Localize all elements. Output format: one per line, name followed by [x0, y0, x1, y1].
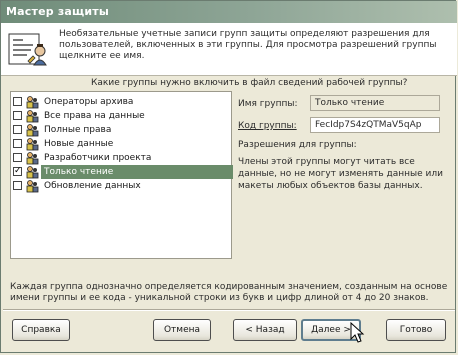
group-name-label: Имя группы: — [238, 99, 298, 109]
group-users-icon — [25, 95, 39, 109]
group-label: Полные права — [44, 125, 112, 135]
groups-listbox[interactable]: Операторы архива Все права на данные Пол… — [10, 91, 233, 259]
help-button[interactable]: Справка — [12, 319, 70, 341]
back-button[interactable]: < Назад — [233, 319, 297, 341]
group-label: Операторы архива — [44, 97, 134, 107]
group-users-icon — [25, 165, 39, 179]
group-users-icon — [25, 137, 39, 151]
wizard-person-document-icon — [7, 31, 51, 69]
groups-question: Какие группы нужно включить в файл сведе… — [91, 78, 408, 88]
finish-button[interactable]: Готово — [386, 319, 446, 341]
list-item[interactable]: Полные права — [11, 123, 231, 137]
group-checkbox[interactable] — [13, 153, 22, 162]
group-users-icon — [25, 109, 39, 123]
list-item[interactable]: Операторы архива — [11, 95, 231, 109]
cancel-button[interactable]: Отмена — [153, 319, 211, 341]
group-checkbox[interactable] — [13, 111, 22, 120]
list-item[interactable]: Все права на данные — [11, 109, 231, 123]
header-panel: Необязательные учетные записи групп защи… — [1, 23, 457, 76]
group-label: Разработчики проекта — [44, 153, 152, 163]
group-label: Только чтение — [41, 165, 233, 179]
group-checkbox[interactable] — [13, 139, 22, 148]
group-label: Все права на данные — [44, 111, 145, 121]
permissions-label: Разрешения для группы: — [238, 140, 357, 150]
mouse-pointer-icon — [350, 321, 366, 344]
footer-divider — [3, 309, 455, 311]
header-description: Необязательные учетные записи групп защи… — [59, 29, 437, 61]
wizard-window: Мастер защиты Необязательные учетные зап… — [0, 0, 457, 353]
group-code-label: Код группы: — [238, 121, 297, 131]
group-name-field: Только чтение — [310, 95, 440, 111]
list-item[interactable]: Разработчики проекта — [11, 151, 231, 165]
group-checkbox[interactable] — [13, 181, 22, 190]
list-item-selected[interactable]: ✓ Только чтение — [11, 165, 233, 179]
group-users-icon — [25, 123, 39, 137]
list-item[interactable]: Новые данные — [11, 137, 231, 151]
window-title: Мастер защиты — [6, 5, 110, 18]
group-label: Новые данные — [44, 139, 114, 149]
group-label: Обновление данных — [44, 181, 141, 191]
group-users-icon — [25, 179, 39, 193]
group-checkbox[interactable] — [13, 97, 22, 106]
group-code-field[interactable]: FecIdp7S4zQTMaV5qAp — [310, 117, 440, 133]
title-bar[interactable]: Мастер защиты — [1, 1, 457, 23]
list-item[interactable]: Обновление данных — [11, 179, 231, 193]
group-users-icon — [25, 151, 39, 165]
permissions-text: Члены этой группы могут читать все данны… — [238, 157, 443, 191]
group-checkbox-checked[interactable]: ✓ — [13, 167, 22, 176]
group-checkbox[interactable] — [13, 125, 22, 134]
bottom-note: Каждая группа однозначно определяется ко… — [10, 282, 448, 303]
